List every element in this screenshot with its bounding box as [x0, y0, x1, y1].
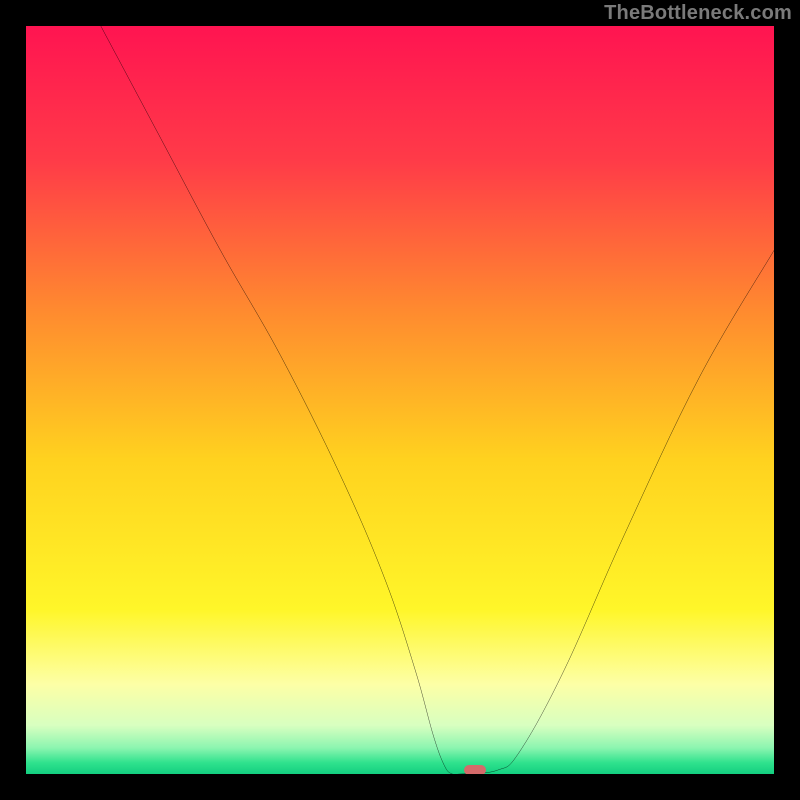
watermark-text: TheBottleneck.com: [604, 2, 792, 25]
optimal-point-marker: [464, 765, 486, 774]
chart-frame: TheBottleneck.com: [0, 0, 800, 800]
bottleneck-curve: [26, 26, 774, 774]
plot-area: [26, 26, 774, 774]
